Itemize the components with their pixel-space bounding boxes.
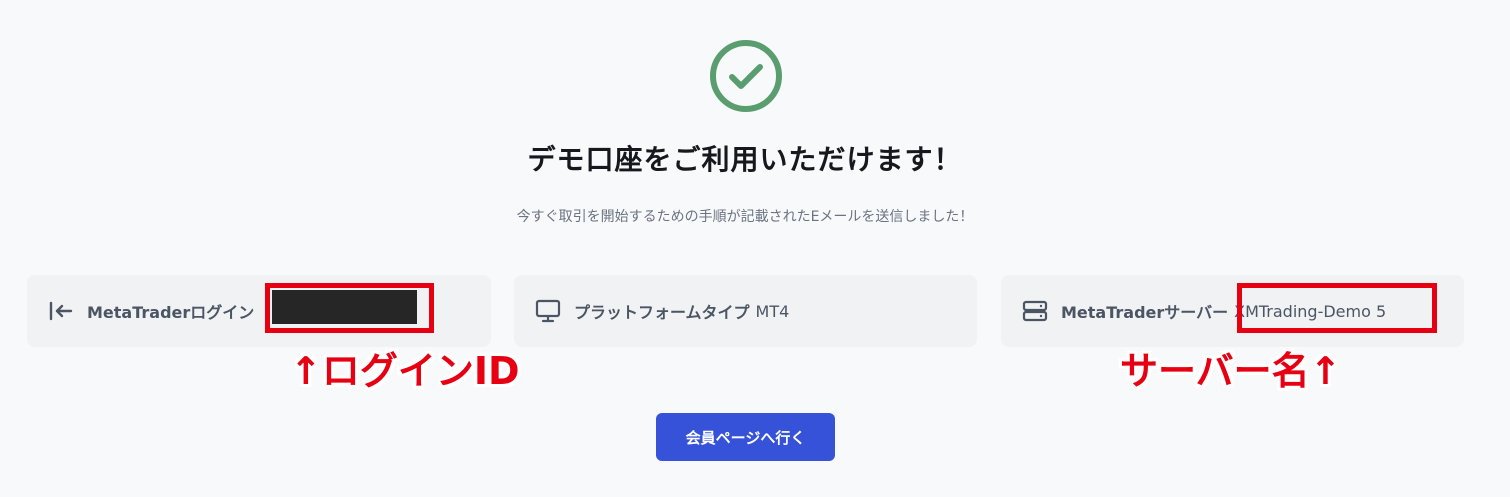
page-subtitle: 今すぐ取引を開始するための手順が記載されたEメールを送信しました！ xyxy=(516,209,974,225)
server-name-annotation: サーバー名↑ xyxy=(1120,349,1342,393)
login-id-highlight-box xyxy=(265,283,434,333)
login-id-annotation: ↑ログインID xyxy=(290,349,520,393)
member-page-button[interactable]: 会員ページへ行く xyxy=(656,413,835,461)
check-circle-icon xyxy=(710,40,782,112)
server-name-highlight-box xyxy=(1237,283,1437,333)
server-icon xyxy=(1022,300,1048,322)
login-label: MetaTraderログイン xyxy=(87,303,255,322)
platform-value: MT4 xyxy=(755,301,790,321)
server-label: MetaTraderサーバー xyxy=(1061,303,1229,322)
platform-card: プラットフォームタイプ MT4 xyxy=(514,275,977,347)
login-arrow-icon xyxy=(49,301,73,321)
page-title: デモ口座をご利用いただけます！ xyxy=(527,143,963,176)
platform-label: プラットフォームタイプ xyxy=(574,303,750,322)
monitor-icon xyxy=(535,299,561,323)
